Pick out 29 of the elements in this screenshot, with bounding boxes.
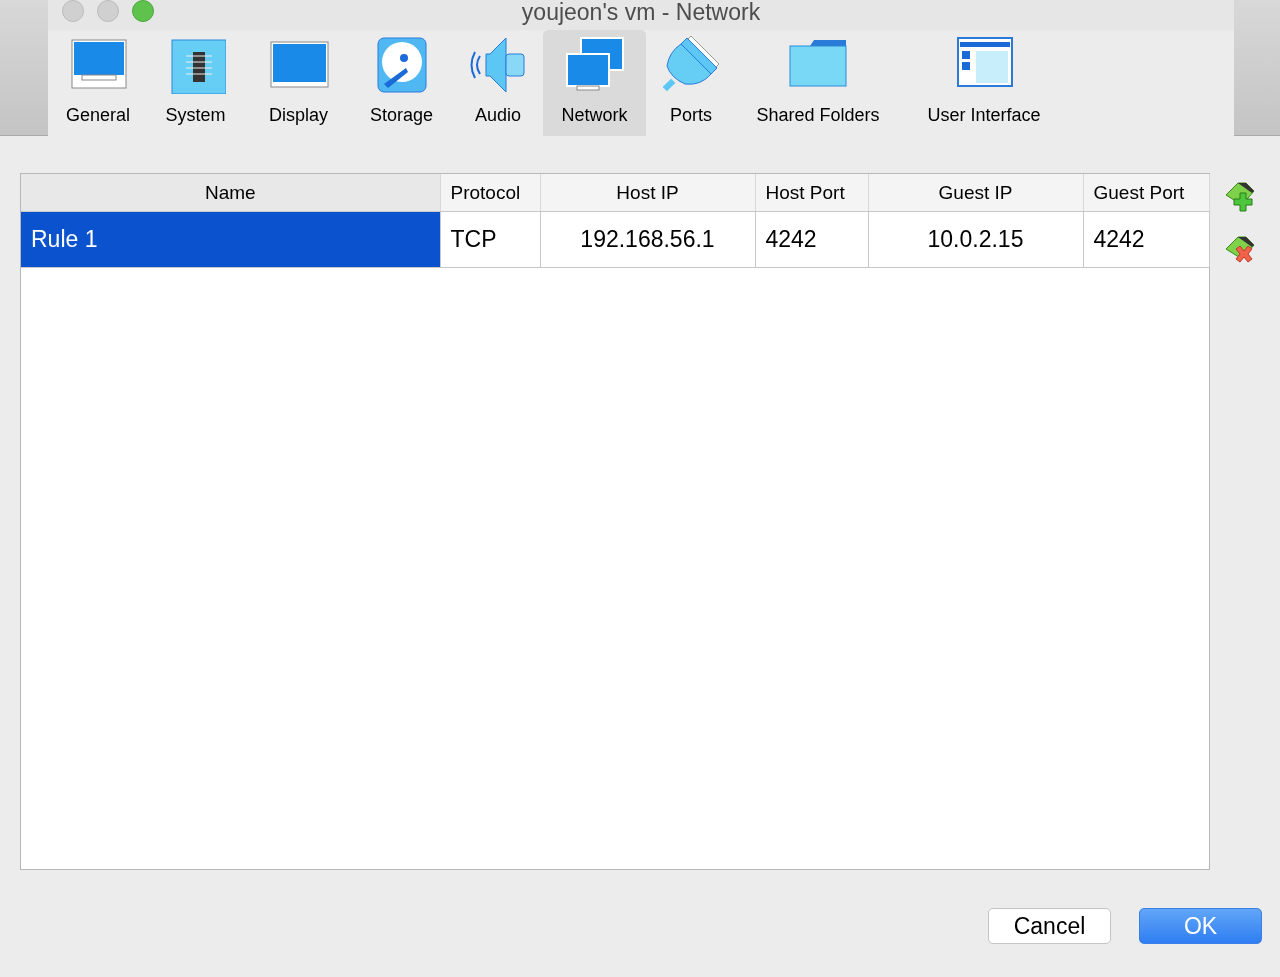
column-header[interactable]: Host IP xyxy=(540,174,755,212)
cancel-button[interactable]: Cancel xyxy=(988,908,1111,944)
column-header[interactable]: Host Port xyxy=(755,174,868,212)
toolbar-tab[interactable]: User Interface xyxy=(900,30,1068,136)
toolbar-tab[interactable]: Shared Folders xyxy=(736,30,900,136)
column-header[interactable]: Protocol xyxy=(440,174,540,212)
column-header[interactable]: Name xyxy=(21,174,440,212)
toolbar-tab[interactable]: Audio xyxy=(453,30,543,136)
close-button[interactable] xyxy=(62,0,84,22)
toolbar-tab[interactable]: Display xyxy=(247,30,350,136)
add-rule-icon[interactable] xyxy=(1224,181,1256,213)
table-cell: 4242 xyxy=(755,211,868,268)
table-cell: 192.168.56.1 xyxy=(540,211,755,268)
network-icon xyxy=(564,34,625,94)
zoom-button[interactable] xyxy=(132,0,154,22)
window-title: youjeon's vm - Network xyxy=(521,0,761,26)
serial-port-icon xyxy=(661,34,721,94)
toolbar-tab[interactable]: General xyxy=(52,30,144,136)
table-cell: 4242 xyxy=(1083,211,1209,268)
column-header[interactable]: Guest Port xyxy=(1083,174,1209,212)
toolbar-tab[interactable]: Ports xyxy=(646,30,736,136)
table-cell: 10.0.2.15 xyxy=(868,211,1083,268)
table-cell: TCP xyxy=(440,211,540,268)
column-header[interactable]: Guest IP xyxy=(868,174,1083,212)
toolbar-tab[interactable]: System xyxy=(144,30,247,136)
rule-name-cell[interactable]: Rule 1 xyxy=(21,211,440,268)
toolbar-tab[interactable]: Network xyxy=(543,30,646,136)
minimize-button[interactable] xyxy=(97,0,119,22)
toolbar-tab[interactable]: Storage xyxy=(350,30,453,136)
